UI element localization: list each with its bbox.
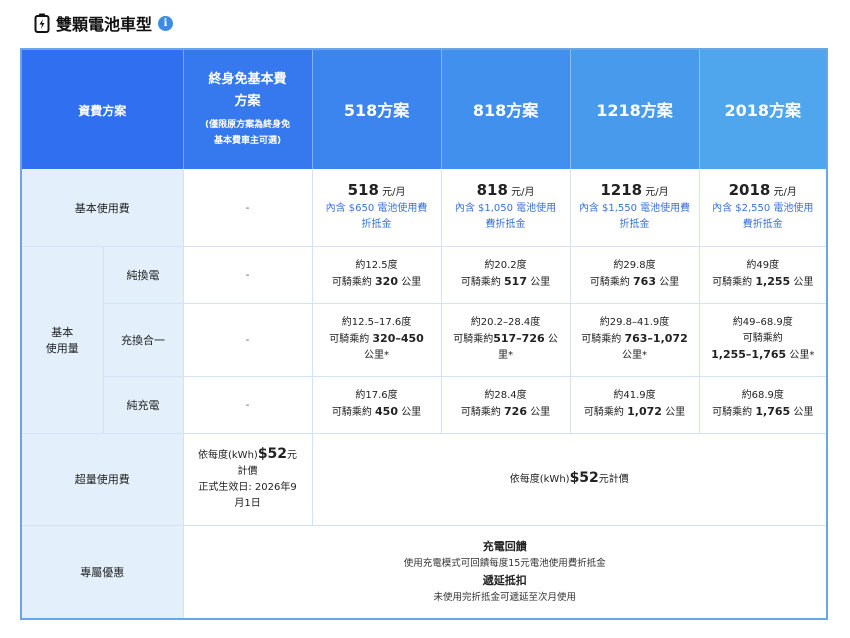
table-row-base-fee: 基本使用費 - 518 元/月 內含 $650 電池使用費 折抵金 818 元/… — [20, 168, 828, 247]
cell-1218-charge: 約41.9度 可騎乘約 1,072 公里 — [569, 375, 700, 434]
cell-2018-swap: 約49度 可騎乘約 1,255 公里 — [698, 245, 828, 304]
cell-2018-base-fee: 2018 元/月 內含 $2,550 電池使用 費折抵金 — [698, 168, 828, 247]
header-plan-label: 資費方案 — [20, 48, 184, 170]
row-label-charge: 純充電 — [102, 375, 184, 434]
cell-free-overage: 依每度(kWh)$52元 計價 正式生效日: 2026年9 月1日 — [182, 432, 313, 526]
cell-518-charge: 約17.6度 可騎乘約 450 公里 — [311, 375, 442, 434]
row-label-swap: 純換電 — [102, 245, 184, 304]
cell-2018-combo: 約49–68.9度 可騎乘約 1,255–1,765 公里* — [698, 302, 828, 377]
cell-818-combo: 約20.2–28.4度 可騎乘約517–726 公 里* — [440, 302, 571, 377]
cell-plans-overage: 依每度(kWh)$52元計價 — [311, 432, 828, 526]
header-free-plan: 終身免基本費 方案 (僅限原方案為終身免 基本費車主可選) — [182, 48, 313, 170]
plan-comparison-table: 資費方案 終身免基本費 方案 (僅限原方案為終身免 基本費車主可選) 518方案… — [20, 48, 829, 620]
cell-1218-base-fee: 1218 元/月 內含 $1,550 電池使用費 折抵金 — [569, 168, 700, 247]
row-label-perks: 專屬優惠 — [20, 524, 184, 620]
cell-518-base-fee: 518 元/月 內含 $650 電池使用費 折抵金 — [311, 168, 442, 247]
cell-818-swap: 約20.2度 可騎乘約 517 公里 — [440, 245, 571, 304]
page-title: 雙顆電池車型 — [56, 15, 153, 34]
cell-1218-swap: 約29.8度 可騎乘約 763 公里 — [569, 245, 700, 304]
row-label-overage: 超量使用費 — [20, 432, 184, 526]
info-icon[interactable]: i — [158, 15, 174, 31]
cell-free-base-fee: - — [182, 168, 313, 247]
section-title-bar: 雙顆電池車型 i — [34, 12, 174, 34]
cell-free-charge: - — [182, 375, 313, 434]
cell-2018-charge: 約68.9度 可騎乘約 1,765 公里 — [698, 375, 828, 434]
cell-perks: 充電回饋 使用充電模式可回饋每度15元電池使用費折抵金 遞延抵扣 未使用完折抵金… — [182, 524, 828, 620]
cell-518-swap: 約12.5度 可騎乘約 320 公里 — [311, 245, 442, 304]
cell-free-combo: - — [182, 302, 313, 377]
table-row-charge: 純充電 - 約17.6度 可騎乘約 450 公里 約28.4度 可騎乘約 726… — [21, 375, 828, 434]
cell-1218-combo: 約29.8–41.9度 可騎乘約 763–1,072 公里* — [569, 302, 700, 377]
header-plan-818: 818方案 — [440, 48, 571, 170]
table-row-combo: 充換合一 - 約12.5–17.6度 可騎乘約 320–450 公里* 約20.… — [21, 302, 828, 377]
row-label-base-fee: 基本使用費 — [20, 168, 184, 247]
battery-icon — [34, 13, 50, 33]
table-row-overage: 超量使用費 依每度(kWh)$52元 計價 正式生效日: 2026年9 月1日 … — [20, 432, 828, 526]
cell-818-charge: 約28.4度 可騎乘約 726 公里 — [440, 375, 571, 434]
cell-free-swap: - — [182, 245, 313, 304]
row-label-combo: 充換合一 — [102, 302, 184, 377]
header-plan-1218: 1218方案 — [569, 48, 700, 170]
table-header-row: 資費方案 終身免基本費 方案 (僅限原方案為終身免 基本費車主可選) 518方案… — [20, 48, 828, 170]
table-row-swap: 基本 使用量 純換電 - 約12.5度 可騎乘約 320 公里 約20.2度 可… — [20, 245, 828, 434]
header-plan-518: 518方案 — [311, 48, 442, 170]
header-plan-2018: 2018方案 — [698, 48, 828, 170]
cell-818-base-fee: 818 元/月 內含 $1,050 電池使用 費折抵金 — [440, 168, 571, 247]
row-group-usage: 基本 使用量 — [20, 245, 104, 434]
table-row-perks: 專屬優惠 充電回饋 使用充電模式可回饋每度15元電池使用費折抵金 遞延抵扣 未使… — [20, 524, 828, 620]
cell-518-combo: 約12.5–17.6度 可騎乘約 320–450 公里* — [311, 302, 442, 377]
